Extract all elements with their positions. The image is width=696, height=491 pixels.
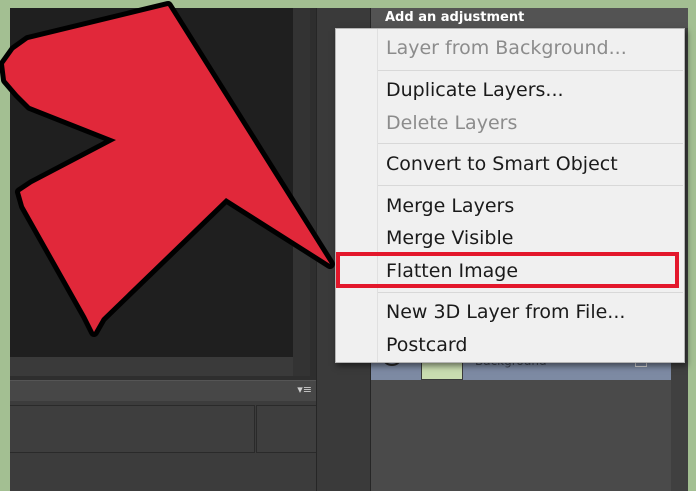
pointer-arrow-icon (0, 1, 335, 337)
